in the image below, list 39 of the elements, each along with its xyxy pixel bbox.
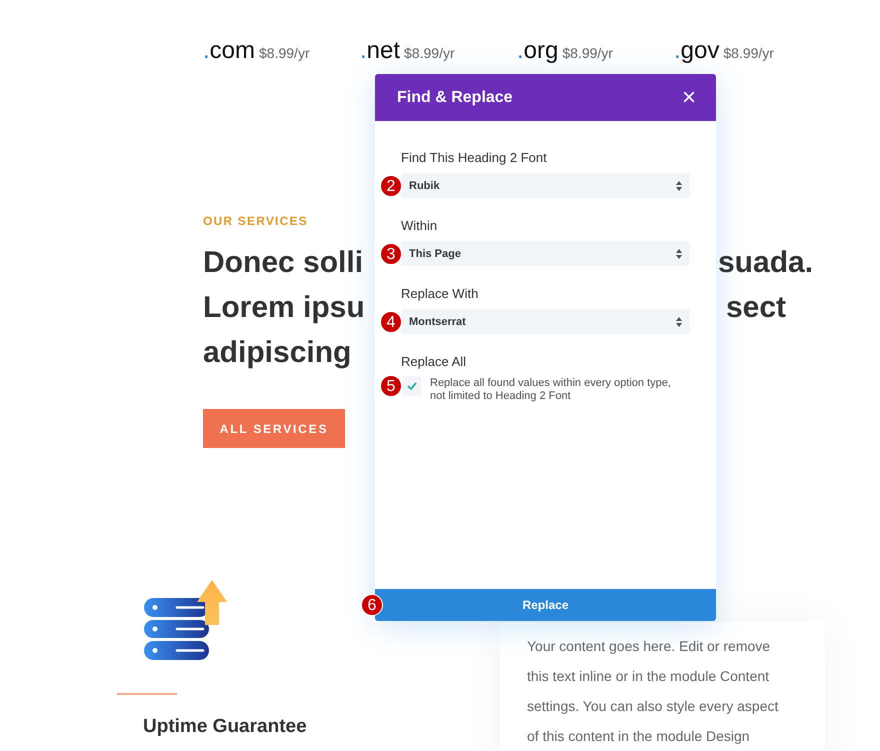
select-arrows-icon	[676, 248, 682, 258]
domain-name: .org	[517, 36, 558, 66]
domain-name: .com	[203, 36, 256, 66]
step-marker: 5	[380, 375, 402, 397]
check-icon	[407, 382, 417, 390]
heading-fragment: Donec solli	[203, 244, 364, 280]
select-arrows-icon	[676, 180, 682, 190]
heading-fragment: Lorem ipsu	[203, 290, 365, 326]
heading-fragment: suada.	[718, 244, 814, 280]
checkbox[interactable]	[403, 376, 421, 396]
section-eyebrow: OUR SERVICES	[203, 213, 308, 229]
accent-line	[117, 693, 177, 695]
font-select[interactable]: This Page	[401, 241, 690, 266]
dialog-title: Find & Replace	[397, 88, 513, 106]
select-arrows-icon	[676, 316, 682, 326]
font-select[interactable]: Montserrat	[401, 309, 690, 334]
option-description: Replace all found values within every option type, not limited to Heading 2 Font	[430, 377, 672, 403]
font-select[interactable]: Rubik	[401, 173, 690, 198]
domain-price: $8.99/yr	[562, 45, 613, 61]
domain-price: $8.99/yr	[259, 45, 310, 61]
domain-price: $8.99/yr	[404, 45, 455, 61]
heading-fragment: sect	[726, 290, 786, 326]
field-label: Within	[401, 218, 438, 234]
field-label: Replace With	[401, 286, 478, 302]
step-marker: 2	[380, 174, 402, 196]
card-text: Your content goes here. Edit or remove this text inline or in the module Content settings. You can also style every aspect of this content in the module Design	[527, 637, 778, 746]
close-button[interactable]: ×	[682, 88, 696, 108]
domain-name: .net	[360, 36, 400, 66]
domain-price: $8.99/yr	[723, 45, 774, 61]
server-arrow-icon	[144, 580, 227, 660]
step-marker: 3	[380, 242, 402, 264]
step-marker: 6	[361, 594, 383, 616]
domain-name: .gov	[674, 36, 720, 66]
field-label: Replace All	[401, 354, 466, 370]
heading-fragment: adipiscing	[203, 334, 352, 370]
step-marker: 4	[380, 310, 402, 332]
replace-button[interactable]: Replace	[375, 589, 716, 621]
field-label: Find This Heading 2 Font	[401, 150, 547, 166]
feature-title: Uptime Guarantee	[143, 715, 307, 739]
